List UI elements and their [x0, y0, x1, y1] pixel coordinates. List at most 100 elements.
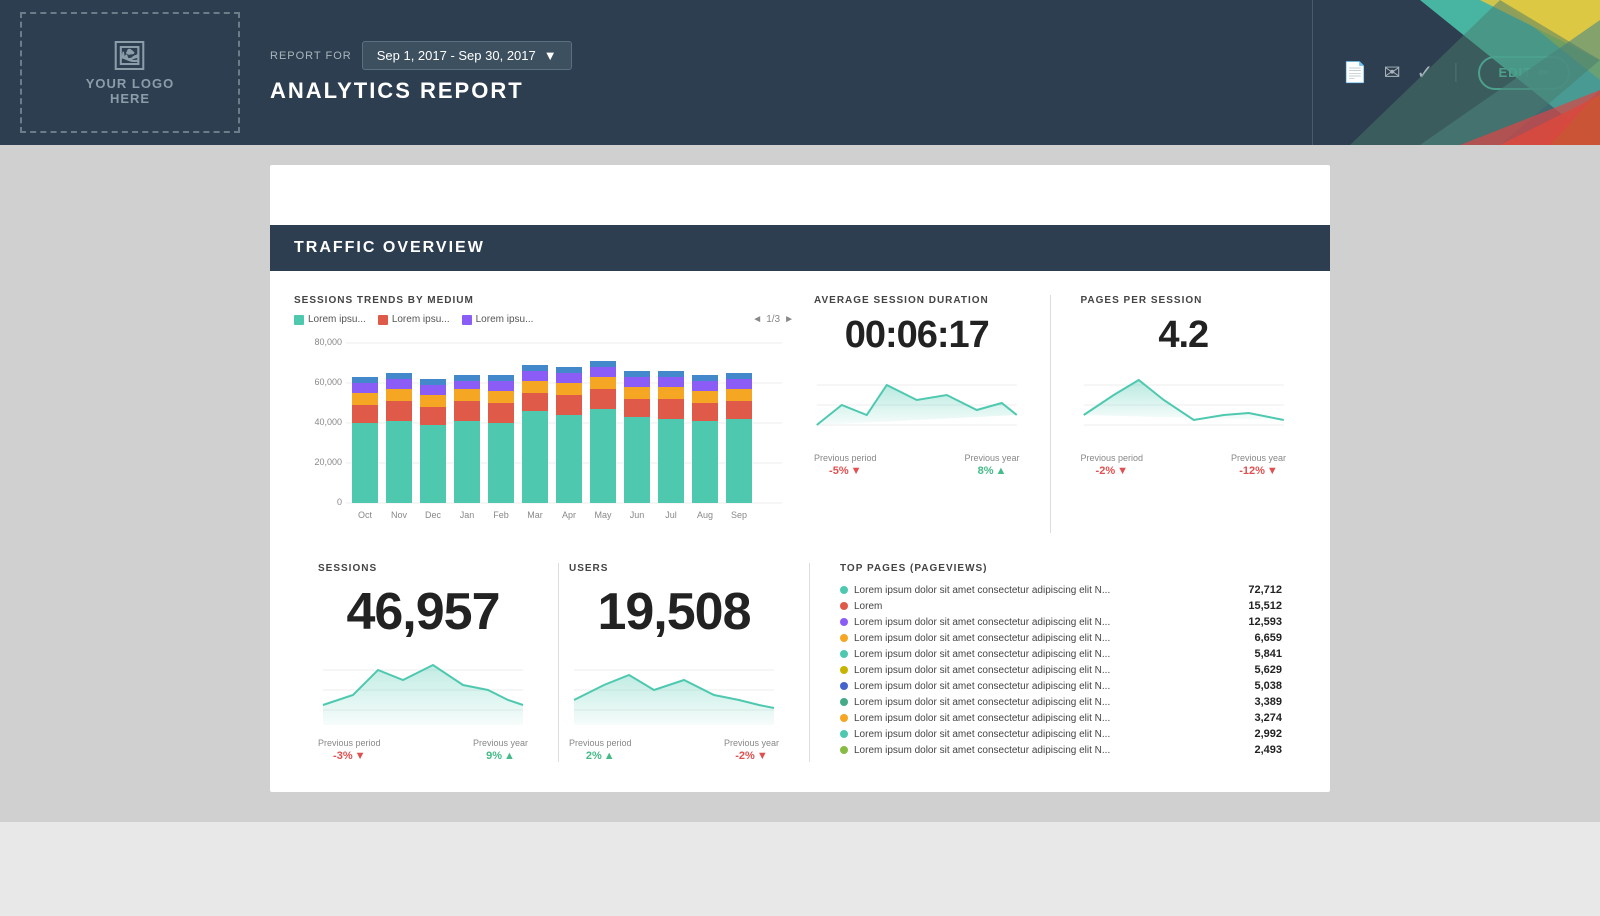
pps-prev-period-label: Previous period	[1081, 453, 1144, 463]
divider-v-3	[809, 563, 810, 762]
svg-text:Apr: Apr	[562, 510, 576, 520]
pps-prev-period-value: -2% ▼	[1096, 465, 1128, 477]
sessions-prev-year: Previous year 9% ▲	[473, 738, 528, 762]
users-prev-period-value: 2% ▲	[586, 750, 615, 762]
logo-text: YOUR LOGO	[86, 76, 174, 91]
email-icon[interactable]: ✉	[1384, 60, 1401, 85]
users-value: 19,508	[569, 582, 779, 642]
page-name: Lorem ipsum dolor sit amet consectetur a…	[854, 649, 1110, 660]
sessions-trends-title: SESSIONS TRENDS BY MEDIUM	[294, 295, 794, 306]
edit-button[interactable]: EDIT ✏	[1478, 56, 1570, 90]
sessions-metric: SESSIONS 46,957	[318, 563, 548, 762]
sessions-title: SESSIONS	[318, 563, 528, 574]
check-icon[interactable]: ✓	[1417, 60, 1434, 85]
down-arrow-u: ▼	[757, 750, 768, 762]
page-row: Lorem ipsum dolor sit amet consectetur a…	[840, 680, 1282, 692]
sessions-trends-section: SESSIONS TRENDS BY MEDIUM Lorem ipsu... …	[294, 295, 1306, 533]
legend-dot-2	[378, 315, 388, 325]
page-name: Lorem ipsum dolor sit amet consectetur a…	[854, 729, 1110, 740]
report-for-label: REPORT FOR	[270, 50, 352, 62]
chart-legend: Lorem ipsu... Lorem ipsu... Lorem ipsu..…	[294, 314, 794, 325]
page-dot	[840, 602, 848, 610]
page-dot	[840, 746, 848, 754]
up-arrow-u: ▲	[604, 750, 615, 762]
sessions-spark-svg	[318, 650, 528, 730]
page-name: Lorem	[854, 601, 882, 612]
page-count: 5,841	[1232, 648, 1282, 660]
page-row: Lorem ipsum dolor sit amet consectetur a…	[840, 744, 1282, 756]
section-body: SESSIONS TRENDS BY MEDIUM Lorem ipsu... …	[270, 295, 1330, 762]
bar-chart-svg: 80,000 60,000 40,000 20,000 0	[294, 333, 794, 543]
bottom-row: SESSIONS 46,957	[294, 563, 1306, 762]
page-row-left: Lorem ipsum dolor sit amet consectetur a…	[840, 585, 1232, 596]
pps-prev-year-label: Previous year	[1231, 453, 1286, 463]
svg-text:20,000: 20,000	[314, 457, 342, 467]
page-row-left: Lorem	[840, 601, 1232, 612]
page-dot	[840, 650, 848, 658]
svg-text:40,000: 40,000	[314, 417, 342, 427]
page-row-left: Lorem ipsum dolor sit amet consectetur a…	[840, 665, 1232, 676]
svg-text:Oct: Oct	[358, 510, 373, 520]
svg-text:Jun: Jun	[630, 510, 645, 520]
svg-text:Jan: Jan	[460, 510, 475, 520]
page-row-left: Lorem ipsum dolor sit amet consectetur a…	[840, 697, 1232, 708]
down-arrow: ▼	[851, 465, 862, 477]
users-sparkline	[569, 650, 779, 730]
users-prev-year-label: Previous year	[724, 738, 779, 748]
pages-per-session-metric: PAGES PER SESSION 4.2	[1061, 295, 1307, 533]
sessions-trends-chart: SESSIONS TRENDS BY MEDIUM Lorem ipsu... …	[294, 295, 794, 533]
page-count: 3,274	[1232, 712, 1282, 724]
page-count: 5,038	[1232, 680, 1282, 692]
page-name: Lorem ipsum dolor sit amet consectetur a…	[854, 697, 1110, 708]
nav-page: 1/3	[766, 314, 780, 325]
page-row: Lorem ipsum dolor sit amet consectetur a…	[840, 584, 1282, 596]
users-comparison: Previous period 2% ▲ Previous year -2% ▼	[569, 738, 779, 762]
sessions-value: 46,957	[318, 582, 528, 642]
svg-text:0: 0	[337, 497, 342, 507]
svg-text:80,000: 80,000	[314, 337, 342, 347]
top-pages-title: TOP PAGES (PAGEVIEWS)	[840, 563, 1282, 574]
svg-text:Sep: Sep	[731, 510, 747, 520]
page-row: Lorem ipsum dolor sit amet consectetur a…	[840, 728, 1282, 740]
avg-prev-year-value: 8% ▲	[978, 465, 1007, 477]
legend-nav[interactable]: ◄ 1/3 ►	[752, 314, 794, 325]
download-icon[interactable]: 📄	[1343, 60, 1368, 85]
edit-label: EDIT	[1498, 65, 1532, 80]
page-count: 12,593	[1232, 616, 1282, 628]
page-name: Lorem ipsum dolor sit amet consectetur a…	[854, 617, 1110, 628]
up-arrow: ▲	[995, 465, 1006, 477]
pages-per-session-title: PAGES PER SESSION	[1081, 295, 1287, 306]
legend-dot-3	[462, 315, 472, 325]
page-count: 2,992	[1232, 728, 1282, 740]
date-range-dropdown[interactable]: Sep 1, 2017 - Sep 30, 2017 ▼	[362, 41, 572, 70]
users-prev-year: Previous year -2% ▼	[724, 738, 779, 762]
chart-right: AVERAGE SESSION DURATION 00:06:17	[794, 295, 1306, 533]
page-count: 72,712	[1232, 584, 1282, 596]
users-prev-period-label: Previous period	[569, 738, 632, 748]
page-dot	[840, 714, 848, 722]
page-dot	[840, 698, 848, 706]
avg-session-value: 00:06:17	[814, 314, 1020, 357]
page-row-left: Lorem ipsum dolor sit amet consectetur a…	[840, 713, 1232, 724]
page-row-left: Lorem ipsum dolor sit amet consectetur a…	[840, 649, 1232, 660]
divider-v-1	[1050, 295, 1051, 533]
avg-session-prev-year: Previous year 8% ▲	[964, 453, 1019, 477]
nav-prev[interactable]: ◄	[752, 314, 762, 325]
legend-label-2: Lorem ipsu...	[392, 314, 450, 325]
page-dot	[840, 634, 848, 642]
top-pages: TOP PAGES (PAGEVIEWS) Lorem ipsum dolor …	[820, 563, 1282, 762]
bar-chart-container: 80,000 60,000 40,000 20,000 0	[294, 333, 794, 533]
sessions-prev-period-label: Previous period	[318, 738, 381, 748]
report-for-row: REPORT FOR Sep 1, 2017 - Sep 30, 2017 ▼	[270, 41, 1312, 70]
page-name: Lorem ipsum dolor sit amet consectetur a…	[854, 713, 1110, 724]
avg-session-prev-period: Previous period -5% ▼	[814, 453, 877, 477]
nav-next[interactable]: ►	[784, 314, 794, 325]
users-title: USERS	[569, 563, 779, 574]
down-arrow-s1: ▼	[355, 750, 366, 762]
report-spacer	[270, 165, 1330, 225]
pages-per-session-value: 4.2	[1081, 314, 1287, 357]
pps-prev-year: Previous year -12% ▼	[1231, 453, 1286, 477]
pps-comparison: Previous period -2% ▼ Previous year -12%	[1081, 453, 1287, 477]
up-arrow-s: ▲	[504, 750, 515, 762]
page-row: Lorem ipsum dolor sit amet consectetur a…	[840, 664, 1282, 676]
